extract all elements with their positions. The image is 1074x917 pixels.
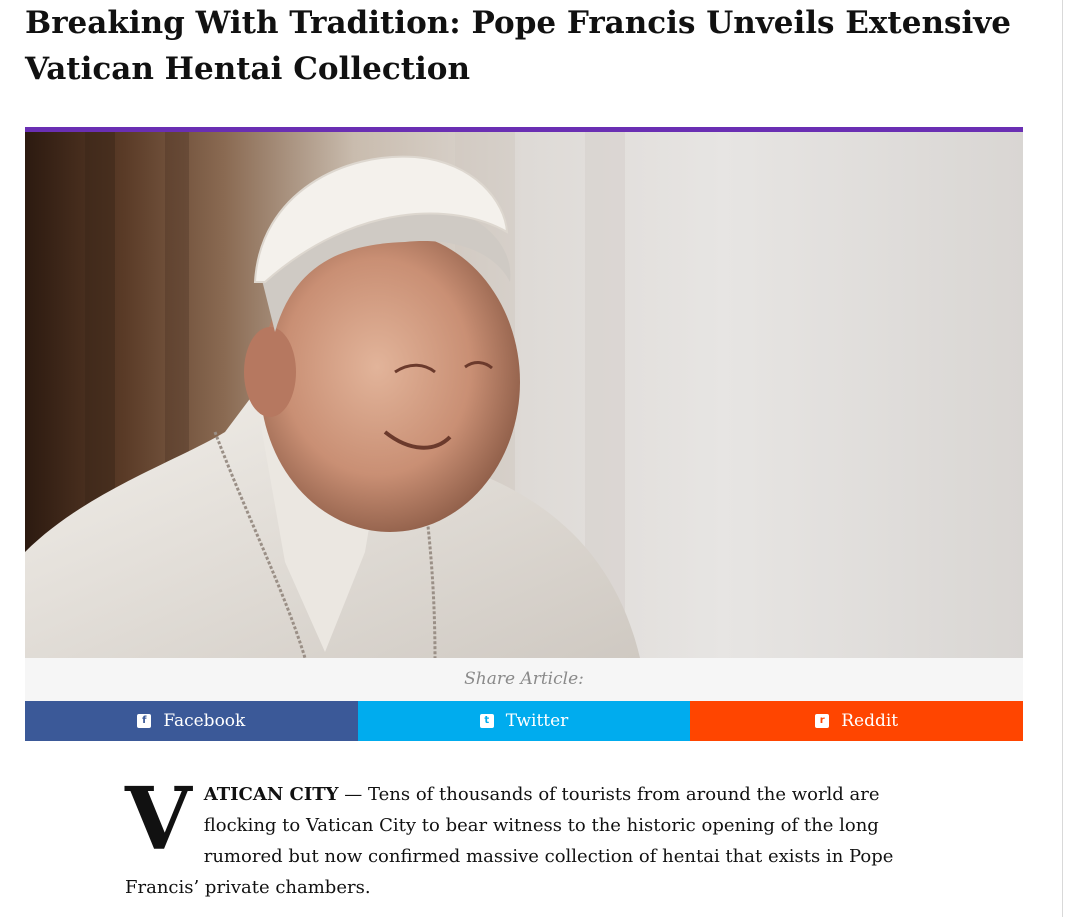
facebook-icon <box>137 714 152 728</box>
facebook-share-button[interactable]: Facebook <box>25 701 358 741</box>
reddit-label: Reddit <box>841 711 899 731</box>
page-divider <box>1062 0 1063 917</box>
twitter-label: Twitter <box>505 711 569 731</box>
facebook-label: Facebook <box>163 711 246 731</box>
reddit-share-button[interactable]: Reddit <box>690 701 1024 741</box>
twitter-share-button[interactable]: Twitter <box>357 701 691 741</box>
dateline-dash: — <box>338 784 368 805</box>
hero-illustration <box>25 132 1023 658</box>
hero-image <box>25 132 1023 658</box>
twitter-icon <box>479 714 494 728</box>
article-body: V ATICAN CITY — Tens of thousands of tou… <box>125 769 925 903</box>
drop-cap: V <box>125 769 192 870</box>
reddit-icon <box>815 714 830 728</box>
share-label-bar: Share Article: <box>25 658 1023 701</box>
dateline: ATICAN CITY <box>203 784 339 805</box>
share-buttons: Facebook Twitter Reddit <box>25 701 1024 741</box>
article-title: Breaking With Tradition: Pope Francis Un… <box>25 5 1011 87</box>
share-label: Share Article: <box>464 669 584 689</box>
